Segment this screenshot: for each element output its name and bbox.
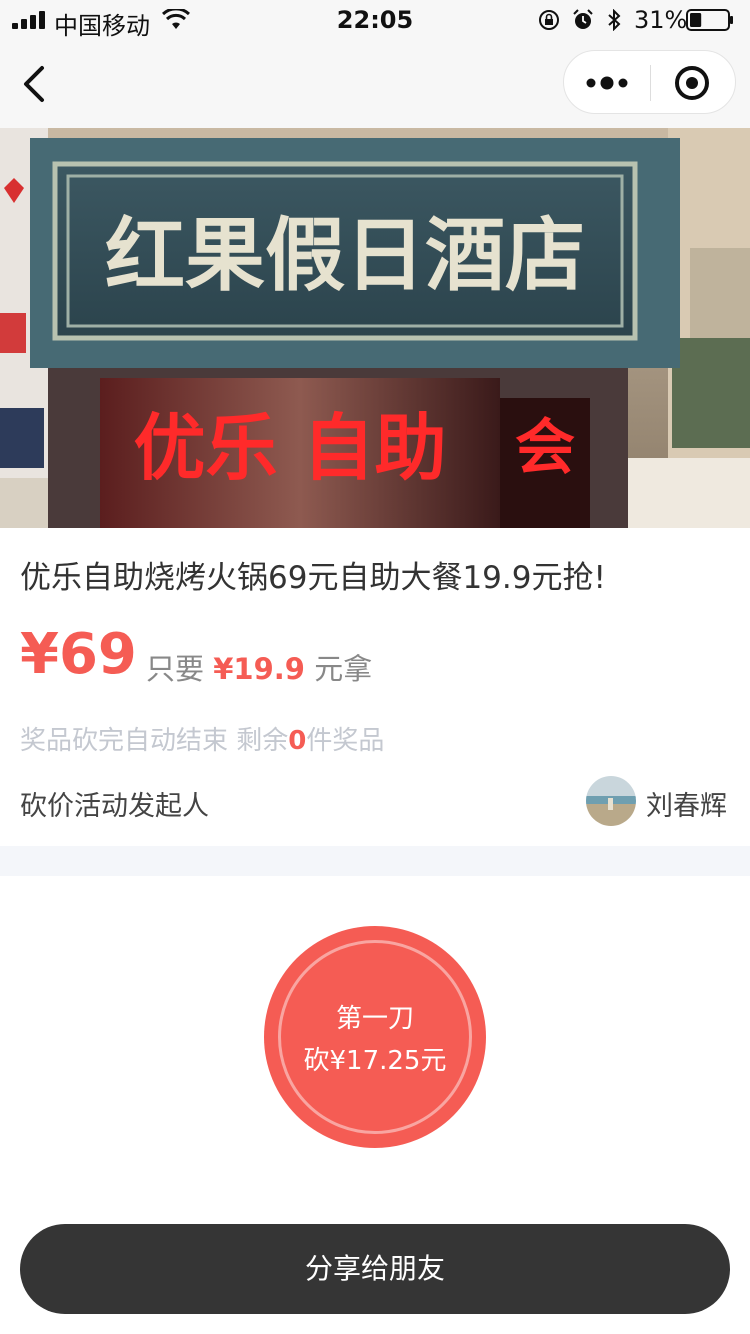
avatar[interactable] (586, 776, 636, 826)
remain-prefix: 奖品砍完自动结束 剩余 (20, 726, 289, 756)
target-price: ¥19.9 (213, 652, 305, 686)
section-divider (0, 846, 750, 876)
neon-text: 优乐 自助 (133, 406, 446, 490)
close-miniprogram-icon[interactable] (672, 63, 712, 103)
back-icon[interactable] (12, 60, 60, 108)
target-price-line: 只要 ¥19.9 元拿 (146, 646, 372, 688)
alarm-icon (573, 9, 593, 29)
more-icon[interactable] (582, 63, 632, 103)
cut-button-ring (278, 940, 472, 1134)
remain-suffix: 件奖品 (306, 726, 385, 756)
battery-icon (686, 9, 733, 31)
store-banner-image: 红果假日酒店 优乐 自助 会 (0, 128, 750, 528)
initiator-name: 刘春辉 (646, 791, 727, 822)
nav-bar (0, 40, 750, 128)
cut-button-label: 第一刀 (335, 1004, 414, 1034)
status-bar: 中国移动 22:05 31% (0, 0, 750, 40)
remaining-info: 奖品砍完自动结束 剩余0件奖品 (20, 720, 384, 757)
side-neon-text: 会 (515, 413, 575, 483)
original-price: ¥69 (20, 622, 137, 687)
cut-price-button[interactable]: 第一刀 砍¥17.25元 (264, 926, 486, 1148)
product-title: 优乐自助烧烤火锅69元自助大餐19.9元抢! (20, 560, 606, 596)
sign-text: 红果假日酒店 (105, 209, 585, 302)
battery-percent: 31% (634, 6, 688, 34)
need-suffix: 元拿 (314, 652, 373, 686)
initiator-label: 砍价活动发起人 (20, 791, 209, 822)
cut-button-amount: 砍¥17.25元 (303, 1046, 447, 1076)
rotation-lock-icon (539, 10, 559, 30)
bluetooth-icon (608, 9, 621, 31)
miniprogram-capsule (563, 50, 736, 114)
remain-count: 0 (288, 726, 307, 756)
need-prefix: 只要 (146, 652, 205, 686)
capsule-divider (650, 65, 651, 101)
share-button[interactable]: 分享给朋友 (20, 1224, 730, 1314)
